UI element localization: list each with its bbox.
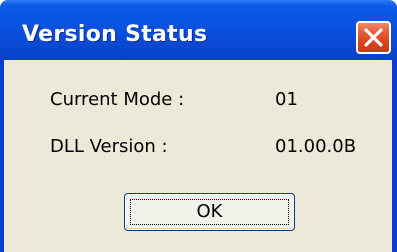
version-status-dialog: Version Status Current Mode : 01 DLL Ver… — [0, 0, 397, 252]
ok-button[interactable]: OK — [124, 193, 295, 231]
close-x-icon — [364, 28, 383, 47]
ok-button-label: OK — [196, 201, 223, 222]
dll-version-value: 01.00.0B — [275, 136, 357, 157]
window-title: Version Status — [22, 22, 208, 47]
dialog-body: Current Mode : 01 DLL Version : 01.00.0B… — [4, 60, 392, 252]
title-bar[interactable]: Version Status — [0, 0, 397, 60]
dll-version-label: DLL Version : — [50, 136, 168, 157]
current-mode-label: Current Mode : — [50, 89, 185, 110]
close-button[interactable] — [356, 21, 391, 54]
current-mode-value: 01 — [275, 89, 298, 110]
